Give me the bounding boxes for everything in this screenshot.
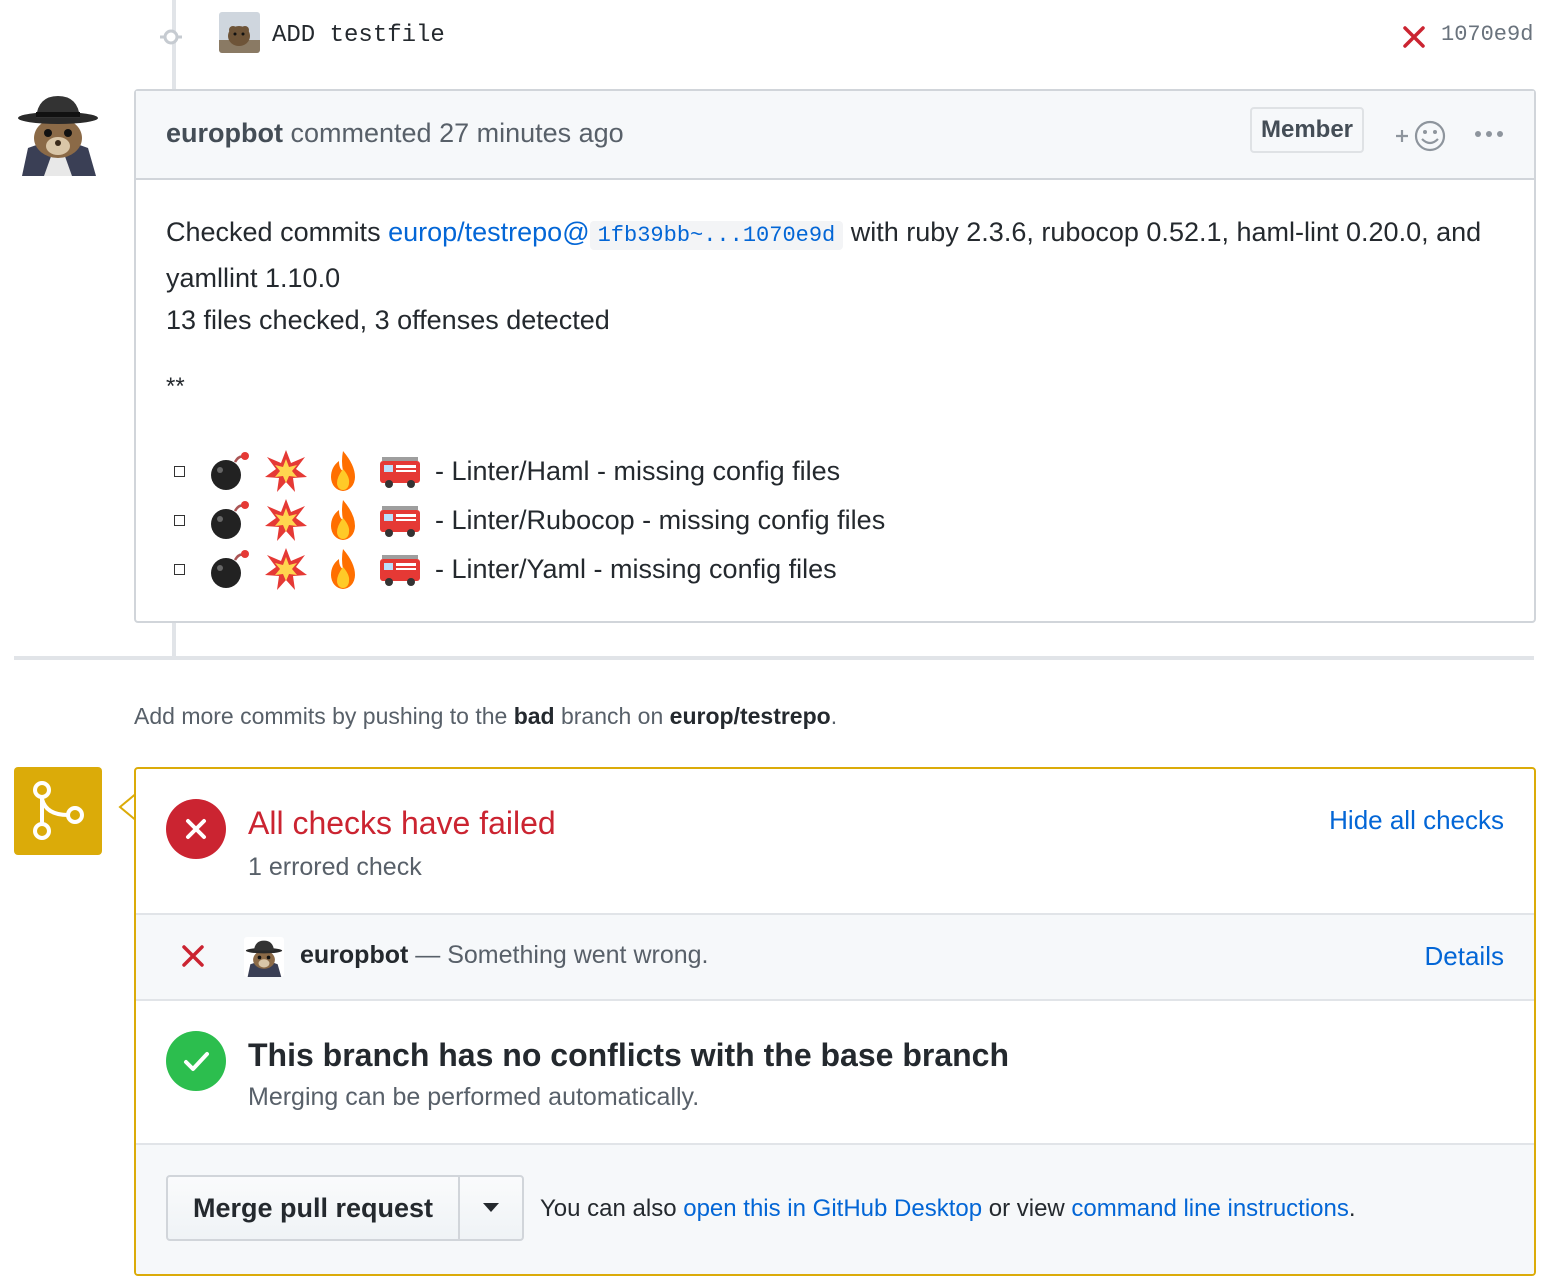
checks-summary: All checks have failed 1 errored check H… — [136, 769, 1534, 915]
check-details-link[interactable]: Details — [1425, 941, 1504, 972]
checks-failed-icon — [166, 799, 226, 859]
comment-paragraph: Checked commits europ/testrepo@ 1fb39bb~.… — [166, 211, 1504, 299]
commit-author-avatar[interactable] — [219, 12, 260, 53]
bomb-icon — [211, 452, 249, 490]
bomb-icon — [211, 501, 249, 539]
note-text: branch on — [554, 703, 670, 729]
conflicts-subtitle: Merging can be performed automatically. — [248, 1083, 700, 1111]
merge-alt-text: . — [1348, 1195, 1356, 1222]
merge-alt-text: You can also — [540, 1195, 684, 1222]
offense-summary: 13 files checked, 3 offenses detected — [166, 305, 610, 335]
comment-author-link[interactable]: europbot — [166, 118, 283, 148]
merge-alternatives: You can also open this in GitHub Desktop… — [540, 1195, 1356, 1223]
fire-icon — [331, 500, 355, 540]
member-badge: Member — [1250, 107, 1364, 153]
checks-subtitle: 1 errored check — [248, 853, 422, 881]
command-line-instructions-link[interactable]: command line instructions — [1071, 1195, 1348, 1222]
collision-icon — [265, 548, 307, 590]
repo-link[interactable]: europ/testrepo@ — [388, 217, 590, 247]
sha-range-link[interactable]: 1fb39bb~...1070e9d — [589, 221, 844, 250]
open-github-desktop-link[interactable]: open this in GitHub Desktop — [683, 1195, 982, 1222]
more-options-icon[interactable] — [1474, 129, 1504, 139]
comment-header: europbot commented 27 minutes ago Member — [136, 91, 1534, 180]
bomb-icon — [211, 550, 249, 588]
fire-engine-icon — [380, 457, 420, 488]
offense-item: - Linter/Haml - missing config files — [174, 449, 840, 493]
add-reaction-icon[interactable] — [1394, 119, 1450, 153]
task-checkbox[interactable] — [174, 514, 185, 526]
fire-icon — [331, 549, 355, 589]
add-more-commits-note: Add more commits by pushing to the bad b… — [134, 703, 837, 730]
git-merge-icon — [33, 781, 84, 840]
check-name-line: europbot — Something went wrong. — [300, 941, 708, 970]
merge-method-dropdown[interactable] — [460, 1177, 522, 1239]
note-text: . — [830, 703, 838, 729]
merge-status-icon — [14, 767, 102, 855]
merge-actions: Merge pull request You can also open thi… — [136, 1145, 1534, 1274]
comment-timestamp[interactable]: commented 27 minutes ago — [291, 118, 624, 148]
offense-text: - Linter/Haml - missing config files — [435, 455, 841, 486]
task-checkbox[interactable] — [174, 465, 185, 477]
collision-icon — [265, 450, 307, 492]
checks-title: All checks have failed — [248, 805, 556, 841]
check-row: europbot — Something went wrong. Details — [136, 915, 1534, 1001]
commit-message[interactable]: ADD testfile — [272, 22, 445, 49]
comment-text: Checked commits — [166, 217, 389, 247]
git-commit-icon — [160, 29, 182, 45]
note-text: Add more commits by pushing to the — [134, 703, 514, 729]
offense-text: - Linter/Rubocop - missing config files — [435, 504, 886, 535]
no-conflicts-check-icon — [166, 1031, 226, 1091]
fire-engine-icon — [380, 506, 420, 537]
comment-meta: europbot commented 27 minutes ago — [166, 118, 624, 149]
check-description: — Something went wrong. — [415, 941, 709, 969]
hide-all-checks-link[interactable]: Hide all checks — [1329, 805, 1504, 836]
collision-icon — [265, 499, 307, 541]
repo-name: europ/testrepo — [669, 703, 831, 729]
comment-box: europbot commented 27 minutes ago Member… — [134, 89, 1536, 623]
bold-markers: ** — [166, 373, 185, 400]
branch-name: bad — [513, 703, 555, 729]
task-checkbox[interactable] — [174, 563, 185, 575]
failed-x-icon[interactable] — [1402, 25, 1426, 49]
merge-button-group: Merge pull request — [166, 1175, 524, 1241]
comment-body: Checked commits europ/testrepo@ 1fb39bb~.… — [166, 211, 1504, 341]
check-app-avatar[interactable] — [244, 937, 284, 977]
check-app-name: europbot — [300, 941, 409, 969]
timeline-divider — [14, 656, 1534, 660]
offense-text: - Linter/Yaml - missing config files — [435, 553, 837, 584]
fire-icon — [331, 451, 355, 491]
check-error-icon — [182, 945, 204, 967]
merge-pull-request-button[interactable]: Merge pull request — [168, 1177, 460, 1239]
fire-engine-icon — [380, 555, 420, 586]
comment-author-avatar[interactable] — [14, 88, 102, 176]
offense-item: - Linter/Yaml - missing config files — [174, 547, 837, 591]
offense-item: - Linter/Rubocop - missing config files — [174, 498, 885, 542]
merge-alt-text: or view — [982, 1195, 1072, 1222]
chevron-down-icon — [483, 1203, 499, 1212]
timeline-line — [172, 621, 176, 657]
commit-sha[interactable]: 1070e9d — [1441, 22, 1533, 47]
conflicts-status: This branch has no conflicts with the ba… — [136, 1001, 1534, 1145]
merge-box: All checks have failed 1 errored check H… — [134, 767, 1536, 1276]
conflicts-title: This branch has no conflicts with the ba… — [248, 1037, 1010, 1073]
